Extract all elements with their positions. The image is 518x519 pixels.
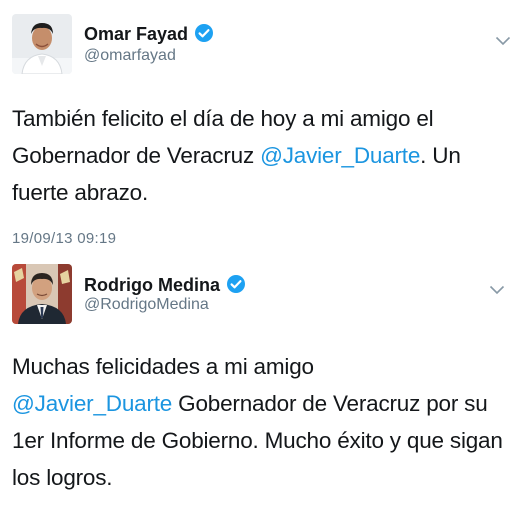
mention-link[interactable]: @Javier_Duarte	[12, 391, 172, 416]
tweet-text-start: Muchas felicidades a mi amigo	[12, 354, 314, 379]
author-handle[interactable]: @RodrigoMedina	[84, 296, 209, 314]
avatar[interactable]	[12, 14, 72, 74]
author-name-text[interactable]: Omar Fayad	[84, 24, 188, 44]
verified-badge-icon	[194, 23, 214, 48]
tweet-omar-fayad: Omar Fayad @omarfayad También felicito e…	[0, 0, 518, 258]
profile-photo-icon	[12, 264, 72, 324]
profile-photo-icon	[12, 14, 72, 74]
mention-link[interactable]: @Javier_Duarte	[260, 143, 420, 168]
chevron-down-icon[interactable]	[489, 282, 505, 295]
tweet-text: Muchas felicidades a mi amigo @Javier_Dua…	[12, 348, 506, 496]
tweet-text: También felicito el día de hoy a mi amig…	[12, 100, 492, 211]
tweet-timestamp[interactable]: 19/09/13 09:19	[12, 230, 116, 247]
chevron-down-icon[interactable]	[495, 33, 511, 46]
avatar[interactable]	[12, 264, 72, 324]
author-handle[interactable]: @omarfayad	[84, 47, 176, 65]
verified-badge-icon	[226, 274, 246, 299]
author-name-text[interactable]: Rodrigo Medina	[84, 275, 220, 295]
tweet-rodrigo-medina: Rodrigo Medina @RodrigoMedina Muchas fel…	[0, 258, 518, 519]
author-name[interactable]: Omar Fayad	[84, 23, 214, 48]
